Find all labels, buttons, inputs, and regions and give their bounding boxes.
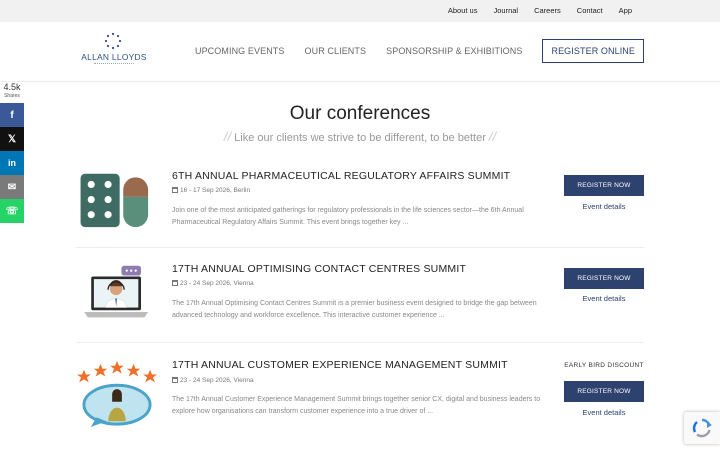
- event-details-link[interactable]: Event details: [564, 202, 644, 211]
- recaptcha-icon: [692, 418, 712, 438]
- page-title: Our conferences: [289, 103, 431, 124]
- top-nav-careers[interactable]: Careers: [534, 0, 561, 22]
- logo-mark-icon: [104, 32, 122, 50]
- nav-sponsorship-exhibitions[interactable]: SPONSORSHIP & EXHIBITIONS: [386, 46, 522, 56]
- event-card: 6TH ANNUAL PHARMACEUTICAL REGULATORY AFF…: [76, 160, 644, 248]
- event-description: Join one of the most anticipated gatheri…: [172, 207, 524, 226]
- email-icon: ✉: [7, 181, 17, 193]
- event-title[interactable]: 17TH ANNUAL OPTIMISING CONTACT CENTRES S…: [172, 263, 466, 275]
- event-title[interactable]: 6TH ANNUAL PHARMACEUTICAL REGULATORY AFF…: [172, 170, 510, 182]
- top-nav-app[interactable]: App: [619, 0, 632, 22]
- recaptcha-badge[interactable]: [684, 412, 720, 444]
- calendar-icon: [172, 377, 178, 383]
- open-quote-icon: //: [223, 129, 232, 144]
- event-card: 17TH ANNUAL CUSTOMER EXPERIENCE MANAGEME…: [76, 343, 644, 450]
- event-date: 23 - 24 Sep 2026, Vienna: [172, 377, 254, 384]
- whatsapp-icon: ☏: [5, 205, 19, 217]
- register-now-button[interactable]: REGISTER NOW: [564, 268, 644, 289]
- nav-upcoming-events[interactable]: UPCOMING EVENTS: [195, 46, 285, 56]
- share-label: Shares: [4, 93, 20, 99]
- register-online-button[interactable]: REGISTER ONLINE: [542, 39, 644, 63]
- event-date: 16 - 17 Sep 2026, Berlin: [172, 187, 250, 194]
- share-email-button[interactable]: ✉: [0, 175, 24, 199]
- top-nav-contact[interactable]: Contact: [577, 0, 603, 22]
- subtitle-text: Like our clients we strive to be differe…: [234, 132, 486, 144]
- site-logo[interactable]: ALLAN LLOYDS: [76, 32, 152, 72]
- event-details-link[interactable]: Event details: [564, 294, 644, 303]
- event-title[interactable]: 17TH ANNUAL CUSTOMER EXPERIENCE MANAGEME…: [172, 359, 508, 371]
- event-details-link[interactable]: Event details: [564, 408, 644, 417]
- register-now-button[interactable]: REGISTER NOW: [564, 175, 644, 196]
- early-bird-badge: EARLY BIRD DISCOUNT: [564, 362, 644, 369]
- event-date: 23 - 24 Sep 2026, Vienna: [172, 280, 254, 287]
- share-linkedin-button[interactable]: in: [0, 151, 24, 175]
- top-nav: About us Journal Careers Contact App: [432, 0, 632, 22]
- contact-centre-agent-icon: [84, 265, 149, 318]
- share-whatsapp-button[interactable]: ☏: [0, 199, 24, 223]
- page-subtitle: // Like our clients we strive to be diff…: [0, 129, 720, 144]
- top-nav-about[interactable]: About us: [448, 0, 478, 22]
- event-card: 17TH ANNUAL OPTIMISING CONTACT CENTRES S…: [76, 248, 644, 343]
- register-now-button[interactable]: REGISTER NOW: [564, 381, 644, 402]
- share-count: 4.5k: [3, 82, 21, 92]
- event-description: The 17th Annual Optimising Contact Centr…: [172, 300, 537, 319]
- calendar-icon: [172, 187, 178, 193]
- main-nav: UPCOMING EVENTS OUR CLIENTS SPONSORSHIP …: [175, 39, 644, 63]
- top-utility-bar: About us Journal Careers Contact App: [0, 0, 720, 22]
- customer-rating-icon: [77, 360, 157, 428]
- pharma-pills-icon: [80, 173, 149, 228]
- calendar-icon: [172, 280, 178, 286]
- linkedin-icon: in: [8, 158, 16, 168]
- site-header: ALLAN LLOYDS UPCOMING EVENTS OUR CLIENTS…: [0, 22, 720, 82]
- event-description: The 17th Annual Customer Experience Mana…: [172, 396, 541, 415]
- top-nav-journal[interactable]: Journal: [493, 0, 518, 22]
- logo-underline: [94, 63, 134, 64]
- logo-wordmark: ALLAN LLOYDS: [81, 52, 147, 62]
- nav-our-clients[interactable]: OUR CLIENTS: [305, 46, 367, 56]
- close-quote-icon: //: [488, 129, 497, 144]
